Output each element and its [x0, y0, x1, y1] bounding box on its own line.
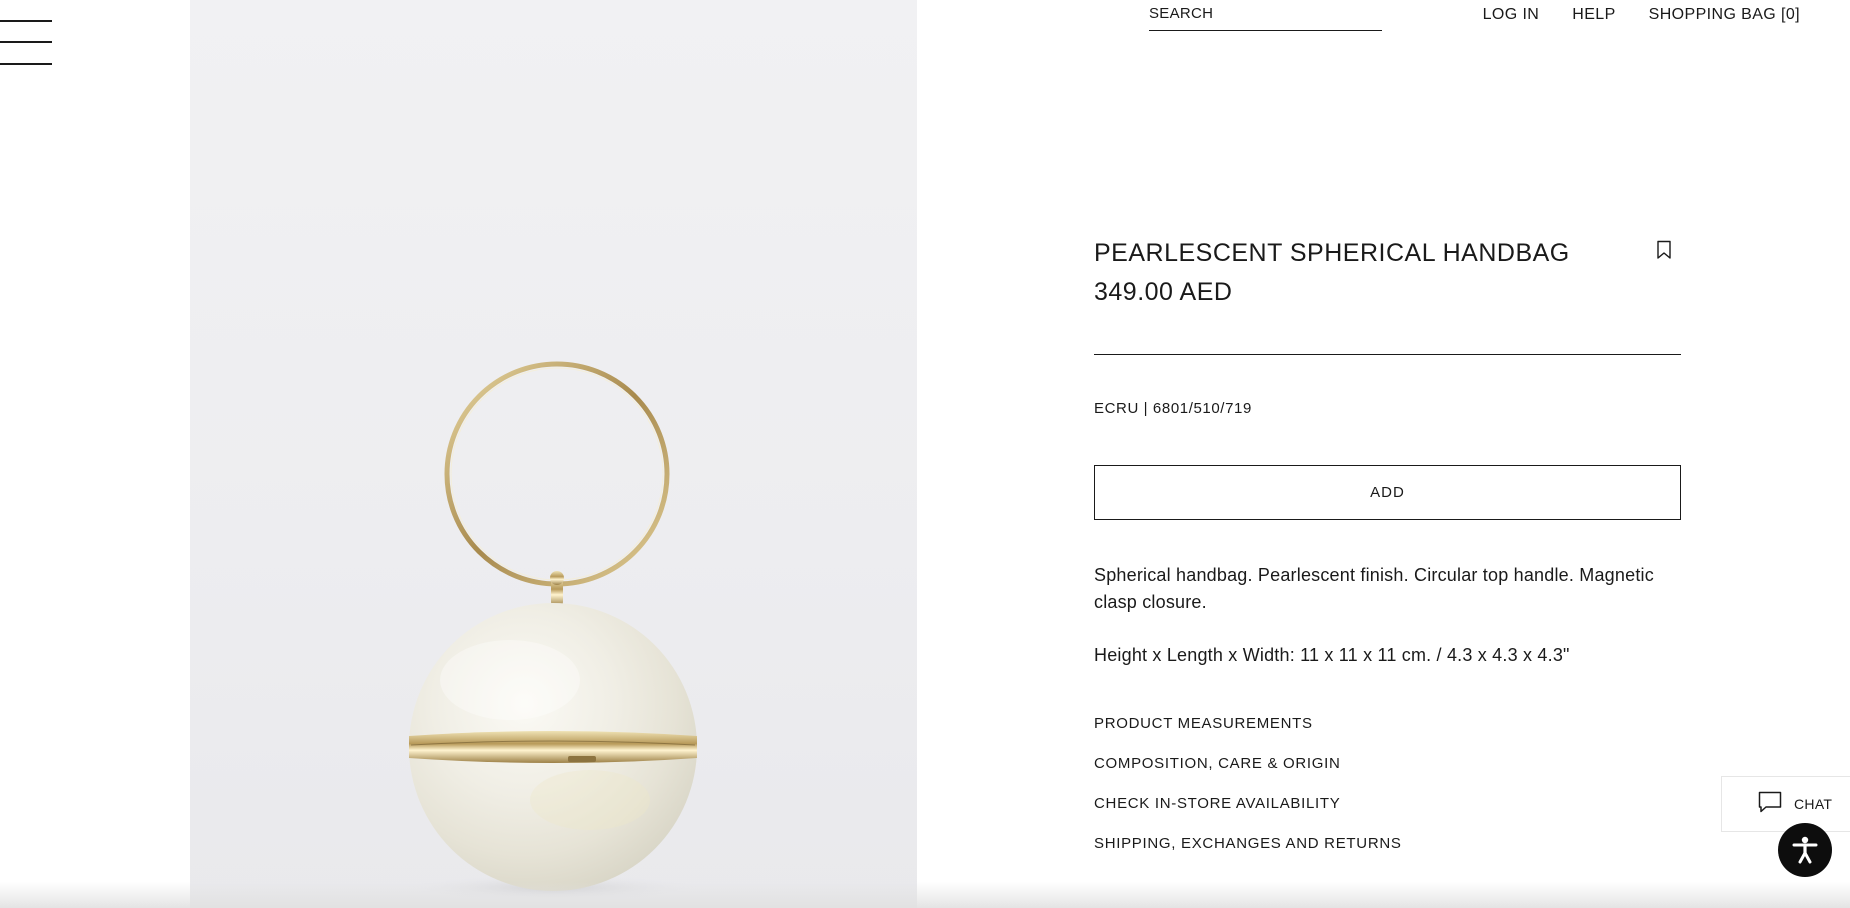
product-info: PEARLESCENT SPHERICAL HANDBAG 349.00 AED…	[1094, 235, 1681, 852]
product-description: Spherical handbag. Pearlescent finish. C…	[1094, 565, 1654, 612]
product-dimensions: Height x Length x Width: 11 x 11 x 11 cm…	[1094, 645, 1570, 665]
accessibility-icon[interactable]	[1778, 823, 1832, 877]
store-availability-link[interactable]: CHECK IN-STORE AVAILABILITY	[1094, 795, 1402, 835]
menu-bar-middle	[0, 41, 52, 43]
top-nav: LOG IN HELP SHOPPING BAG [0]	[1483, 6, 1800, 24]
product-title: PEARLESCENT SPHERICAL HANDBAG	[1094, 239, 1570, 267]
chat-bubble-icon	[1758, 791, 1782, 818]
hamburger-menu-icon[interactable]	[0, 20, 52, 68]
search-input[interactable]	[1149, 0, 1382, 26]
menu-bar-bottom	[0, 63, 52, 65]
divider	[1094, 354, 1681, 355]
search-field[interactable]	[1149, 0, 1382, 31]
bookmark-icon[interactable]	[1656, 240, 1672, 260]
shipping-returns-link[interactable]: SHIPPING, EXCHANGES AND RETURNS	[1094, 835, 1402, 875]
chat-button[interactable]: CHAT	[1721, 776, 1850, 832]
chat-label: CHAT	[1794, 796, 1833, 812]
product-image[interactable]	[190, 0, 917, 908]
composition-care-link[interactable]: COMPOSITION, CARE & ORIGIN	[1094, 755, 1402, 795]
menu-bar-top	[0, 20, 52, 22]
add-button[interactable]: ADD	[1094, 465, 1681, 520]
product-reference: ECRU | 6801/510/719	[1094, 400, 1252, 417]
product-measurements-link[interactable]: PRODUCT MEASUREMENTS	[1094, 715, 1402, 755]
product-price: 349.00 AED	[1094, 278, 1233, 306]
product-links: PRODUCT MEASUREMENTS COMPOSITION, CARE &…	[1094, 715, 1402, 875]
login-link[interactable]: LOG IN	[1483, 6, 1540, 24]
shopping-bag-link[interactable]: SHOPPING BAG [0]	[1649, 6, 1800, 24]
help-link[interactable]: HELP	[1572, 6, 1615, 24]
